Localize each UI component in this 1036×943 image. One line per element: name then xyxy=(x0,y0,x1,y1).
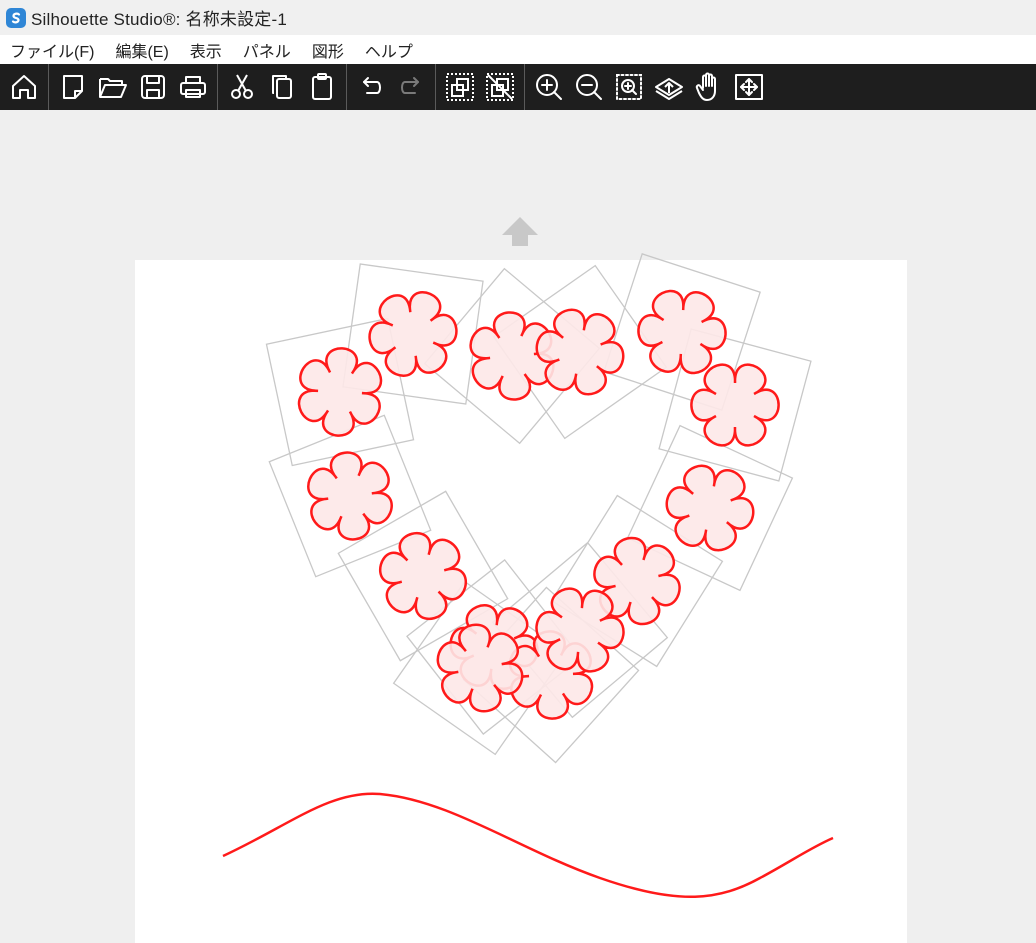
silhouette-app-icon xyxy=(6,7,26,28)
redo-button[interactable] xyxy=(391,67,431,107)
canvas-area[interactable] xyxy=(0,110,1036,943)
group-button[interactable] xyxy=(440,67,480,107)
zoom-fit-page-button[interactable] xyxy=(649,67,689,107)
toolbar-group-zoom xyxy=(525,64,773,110)
redo-icon xyxy=(401,77,419,94)
toolbar-group-clipboard xyxy=(218,64,347,110)
print-icon xyxy=(180,76,206,98)
toolbar-group-file xyxy=(49,64,218,110)
zoom-out-button[interactable] xyxy=(569,67,609,107)
zoom-in-button[interactable] xyxy=(529,67,569,107)
new-document-button[interactable] xyxy=(53,67,93,107)
toolbar-group-grouping xyxy=(436,64,525,110)
print-button[interactable] xyxy=(173,67,213,107)
cut-button[interactable] xyxy=(222,67,262,107)
toolbar xyxy=(0,64,1036,110)
toolbar-group-history xyxy=(347,64,436,110)
title-bar: Silhouette Studio®: 名称未設定-1 xyxy=(0,0,1036,35)
save-button[interactable] xyxy=(133,67,173,107)
flower-shape[interactable] xyxy=(373,523,474,628)
menu-bar: ファイル(F) 編集(E) 表示 パネル 図形 ヘルプ xyxy=(0,35,1036,64)
menu-file[interactable]: ファイル(F) xyxy=(0,38,105,62)
open-button[interactable] xyxy=(93,67,133,107)
cut-icon xyxy=(231,74,253,99)
wave-line[interactable] xyxy=(222,792,834,898)
fit-to-window-icon xyxy=(735,74,763,100)
zoom-out-icon xyxy=(576,74,602,100)
window-title: Silhouette Studio®: 名称未設定-1 xyxy=(31,10,288,29)
zoom-in-icon xyxy=(536,74,562,100)
undo-button[interactable] xyxy=(351,67,391,107)
toolbar-group-home xyxy=(0,64,49,110)
zoom-selection-icon xyxy=(616,74,642,100)
zoom-selection-button[interactable] xyxy=(609,67,649,107)
flower-shape[interactable] xyxy=(297,346,383,437)
design-artwork[interactable] xyxy=(0,110,1036,943)
save-icon xyxy=(141,75,165,99)
pan-hand-button[interactable] xyxy=(689,67,729,107)
flower-shape[interactable] xyxy=(305,448,396,544)
menu-view[interactable]: 表示 xyxy=(180,38,233,62)
copy-icon xyxy=(272,75,292,99)
ungroup-icon xyxy=(486,73,514,101)
paste-button[interactable] xyxy=(302,67,342,107)
new-document-icon xyxy=(63,75,83,99)
zoom-fit-page-icon xyxy=(655,78,683,100)
ungroup-button[interactable] xyxy=(480,67,520,107)
fit-to-window-button[interactable] xyxy=(729,67,769,107)
home-icon xyxy=(12,75,36,99)
copy-button[interactable] xyxy=(262,67,302,107)
flower-shape[interactable] xyxy=(527,297,633,407)
menu-help[interactable]: ヘルプ xyxy=(355,38,424,62)
menu-edit[interactable]: 編集(E) xyxy=(105,38,179,62)
undo-icon xyxy=(363,77,381,94)
menu-shape[interactable]: 図形 xyxy=(302,38,355,62)
open-folder-icon xyxy=(99,78,127,98)
pan-hand-icon xyxy=(695,72,716,101)
paste-icon xyxy=(312,73,332,100)
menu-panel[interactable]: パネル xyxy=(233,38,302,62)
group-icon xyxy=(446,73,474,101)
home-button[interactable] xyxy=(4,67,44,107)
